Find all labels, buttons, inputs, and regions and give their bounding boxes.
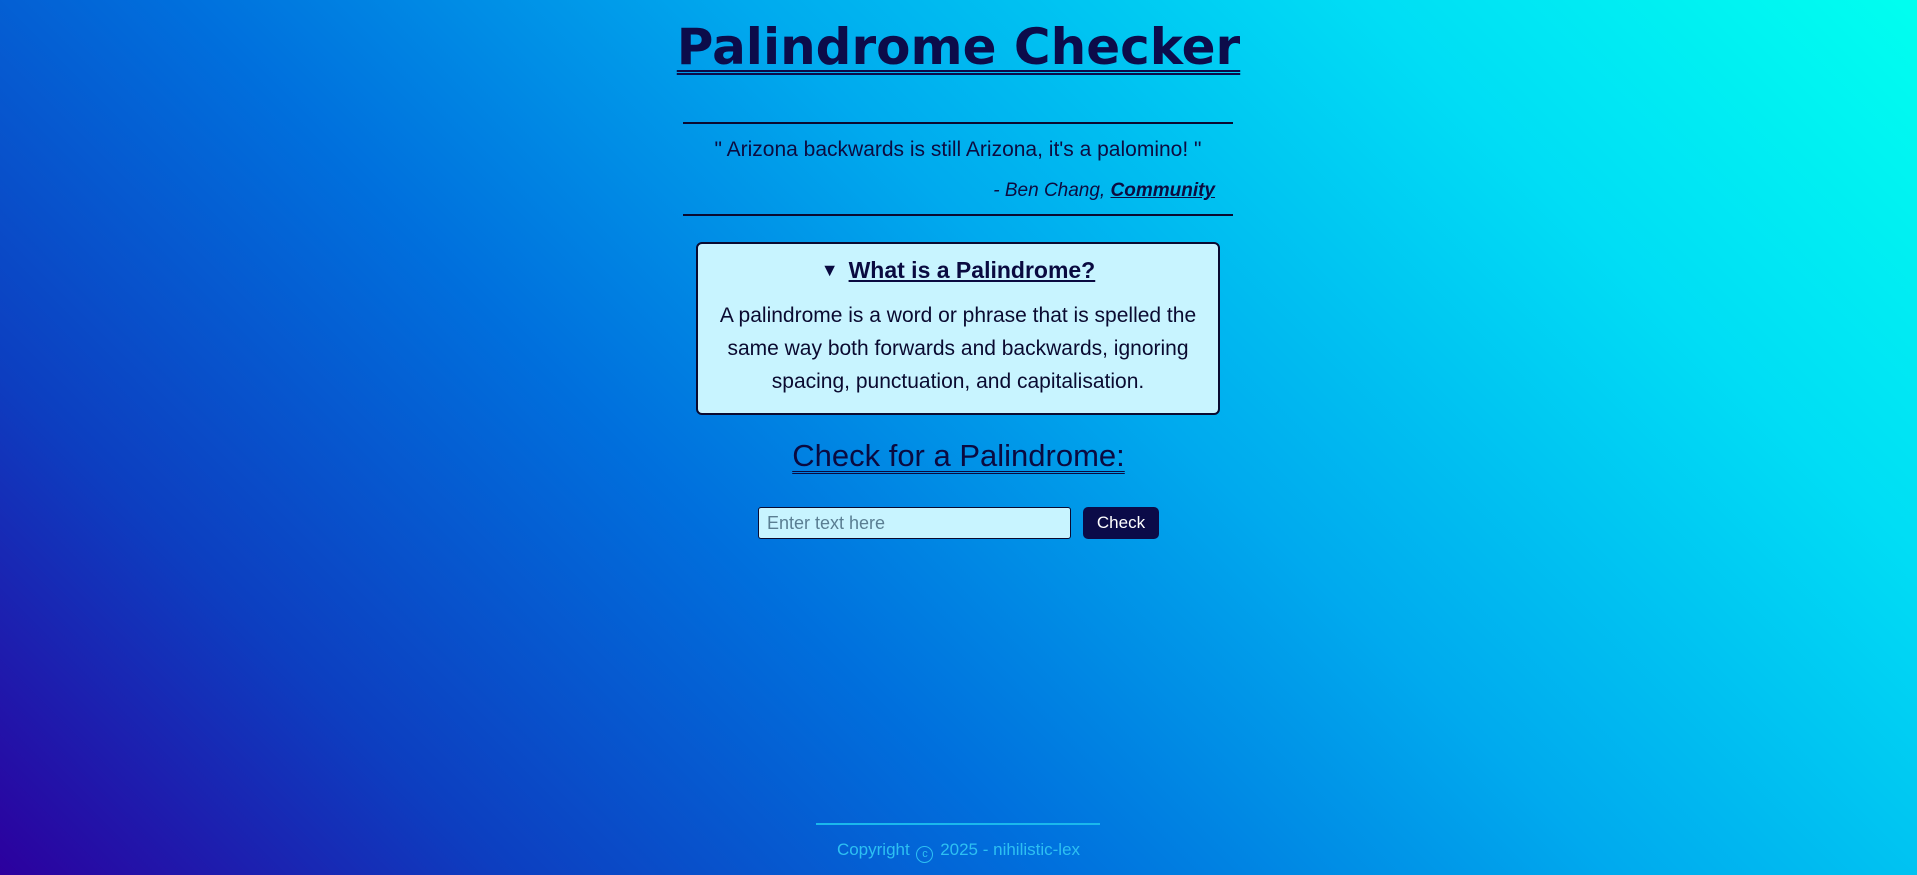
copyright-label: Copyright bbox=[836, 840, 910, 859]
triangle-down-icon: ▼ bbox=[820, 260, 839, 280]
copyright-year-author: 2025 - nihilistic-lex bbox=[940, 840, 1081, 859]
check-heading: Check for a Palindrome: bbox=[792, 438, 1125, 473]
source-link[interactable]: Community bbox=[1111, 180, 1216, 201]
footer-copyright: Copyright c 2025 - nihilistic-lex bbox=[0, 840, 1917, 863]
quote-block: " Arizona backwards is still Arizona, it… bbox=[683, 122, 1233, 216]
quote-text: " Arizona backwards is still Arizona, it… bbox=[714, 138, 1202, 161]
info-body-text: A palindrome is a word or phrase that is… bbox=[719, 304, 1197, 393]
copyright-icon: c bbox=[916, 846, 934, 863]
check-button[interactable]: Check bbox=[1083, 507, 1159, 539]
page-title: Palindrome Checker bbox=[676, 18, 1241, 76]
text-input[interactable] bbox=[758, 507, 1071, 539]
attribution-prefix: - Ben Chang, bbox=[993, 180, 1111, 201]
footer-divider bbox=[816, 823, 1100, 825]
info-summary-toggle[interactable]: ▼ What is a Palindrome? bbox=[698, 257, 1218, 284]
info-summary-label: What is a Palindrome? bbox=[848, 257, 1096, 283]
quote-attribution: - Ben Chang, Community bbox=[993, 180, 1215, 202]
info-panel: ▼ What is a Palindrome? A palindrome is a… bbox=[696, 242, 1220, 415]
